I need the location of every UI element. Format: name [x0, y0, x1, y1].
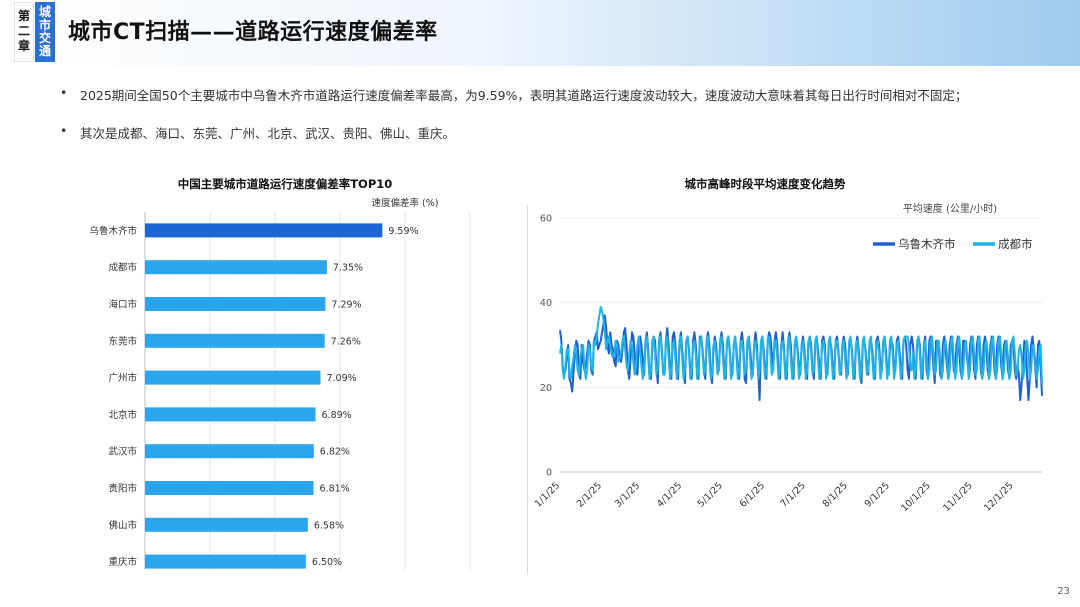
bar-data-label: 7.09% — [326, 373, 356, 384]
summary-bullets: 2025期间全国50个主要城市中乌鲁木齐市道路运行速度偏差率最高，为9.59%，… — [60, 85, 967, 161]
x-tick-label: 2/1/25 — [575, 480, 604, 509]
bar-category-label: 东莞市 — [108, 335, 137, 347]
bar-category-label: 乌鲁木齐市 — [89, 225, 137, 237]
speed-trend-line-chart: 城市高峰时段平均速度变化趋势 平均速度 (公里/小时) 0 20 40 60 1/1/… — [533, 177, 1043, 514]
bar-data-label: 6.50% — [312, 557, 342, 568]
chapter-number: 第二章 — [14, 2, 34, 62]
bar-category-label: 佛山市 — [108, 519, 137, 531]
bar-category-label: 贵阳市 — [108, 483, 137, 495]
chapter-topic: 城市交通 — [35, 2, 55, 62]
bar — [145, 517, 308, 532]
bar-data-label: 6.89% — [322, 410, 352, 421]
y-tick-label: 60 — [540, 214, 552, 225]
legend-label: 成都市 — [998, 237, 1033, 251]
y-tick-label: 20 — [540, 383, 552, 394]
bar — [145, 444, 314, 459]
x-tick-label: 5/1/25 — [696, 480, 725, 509]
x-tick-label: 10/1/25 — [899, 480, 933, 514]
chapter-tag: 第二章 城市交通 — [14, 2, 56, 62]
bullet-item: 2025期间全国50个主要城市中乌鲁木齐市道路运行速度偏差率最高，为9.59%，… — [60, 85, 967, 104]
bar — [145, 407, 316, 422]
x-tick-label: 1/1/25 — [533, 480, 562, 509]
x-tick-label: 11/1/25 — [941, 480, 975, 514]
x-tick-label: 9/1/25 — [863, 480, 892, 509]
y-tick-label: 40 — [540, 298, 552, 309]
bar — [145, 370, 321, 385]
x-tick-label: 7/1/25 — [778, 480, 807, 509]
page-number: 23 — [1057, 586, 1070, 597]
legend-label: 乌鲁木齐市 — [898, 237, 956, 251]
bar-data-label: 9.59% — [388, 226, 418, 237]
bar-data-label: 7.26% — [331, 336, 361, 347]
bar — [145, 333, 325, 348]
bar-category-label: 重庆市 — [108, 556, 137, 568]
bar-chart-title: 中国主要城市道路运行速度偏差率TOP10 — [178, 177, 393, 191]
bar — [145, 481, 314, 495]
bar-data-label: 6.82% — [320, 447, 350, 458]
page-header: 第二章 城市交通 城市CT扫描——道路运行速度偏差率 — [0, 0, 1080, 66]
bar-data-label: 6.58% — [314, 520, 344, 531]
page-title: 城市CT扫描——道路运行速度偏差率 — [68, 20, 438, 45]
bar-data-label: 7.35% — [333, 263, 363, 274]
bar-category-label: 北京市 — [108, 409, 137, 421]
bar-category-label: 海口市 — [108, 299, 137, 311]
x-tick-label: 8/1/25 — [821, 480, 850, 509]
bar — [145, 554, 306, 569]
bar-data-label: 7.29% — [331, 300, 361, 311]
x-tick-label: 4/1/25 — [655, 480, 684, 509]
bar-chart-value-label: 速度偏差率 (%) — [372, 197, 439, 209]
line-chart-title: 城市高峰时段平均速度变化趋势 — [685, 177, 846, 191]
bar — [145, 260, 327, 275]
chart-divider — [527, 205, 528, 575]
bar — [145, 297, 326, 311]
x-tick-label: 6/1/25 — [738, 480, 767, 509]
bar — [145, 223, 383, 238]
y-tick-label: 0 — [546, 468, 552, 479]
x-tick-label: 3/1/25 — [613, 480, 642, 509]
bar-category-label: 成都市 — [108, 262, 137, 274]
bar-category-label: 武汉市 — [108, 446, 137, 458]
bar-category-label: 广州市 — [108, 372, 137, 384]
line-chart-y-label: 平均速度 (公里/小时) — [903, 202, 997, 215]
x-tick-label: 12/1/25 — [982, 480, 1016, 514]
bar-data-label: 6.81% — [320, 484, 350, 495]
bullet-item: 其次是成都、海口、东莞、广州、北京、武汉、贵阳、佛山、重庆。 — [60, 123, 967, 142]
top10-bar-chart: 中国主要城市道路运行速度偏差率TOP10 速度偏差率 (%) 乌鲁木齐市成都市海… — [89, 177, 471, 570]
